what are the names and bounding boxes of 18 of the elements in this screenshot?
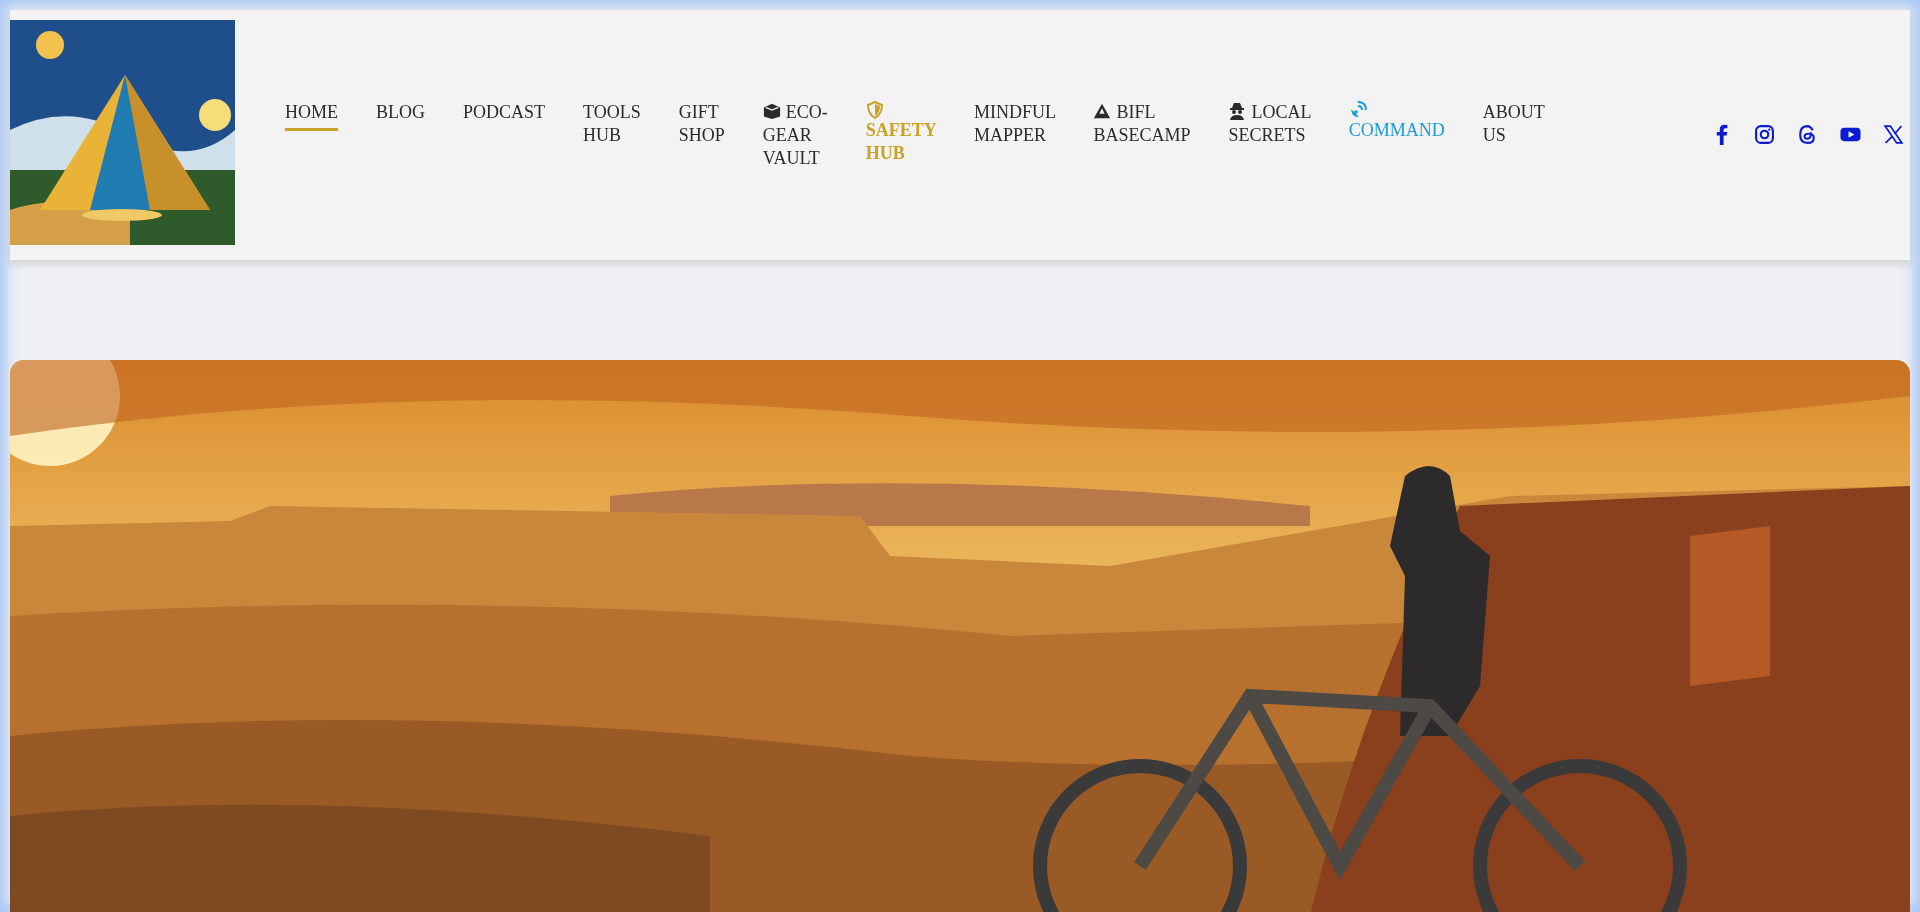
satellite-dish-icon (1348, 101, 1367, 119)
instagram-icon[interactable] (1754, 124, 1775, 145)
spy-icon (1228, 102, 1247, 120)
nav-link[interactable]: PODCAST (463, 101, 546, 131)
nav-link[interactable]: MINDFUL MAPPER (974, 101, 1056, 154)
x-logo-icon[interactable] (1883, 124, 1904, 145)
shield-icon (865, 101, 884, 119)
nav-link[interactable]: ABOUT US (1482, 101, 1545, 154)
box-icon (762, 102, 781, 120)
nav-link[interactable]: TOOLS HUB (583, 101, 641, 154)
nav-link[interactable]: LOCAL SECRETS (1228, 101, 1311, 154)
nav-link[interactable]: ECO-GEAR VAULT (762, 101, 828, 177)
nav-link[interactable]: GIFT SHOP (678, 101, 725, 154)
threads-icon[interactable] (1797, 124, 1818, 145)
nav-link[interactable]: BIFL BASECAMP (1093, 101, 1191, 154)
nav-link[interactable]: BLOG (376, 101, 425, 131)
mountain-icon (1093, 102, 1112, 120)
nav-link[interactable]: HOME (285, 101, 338, 131)
